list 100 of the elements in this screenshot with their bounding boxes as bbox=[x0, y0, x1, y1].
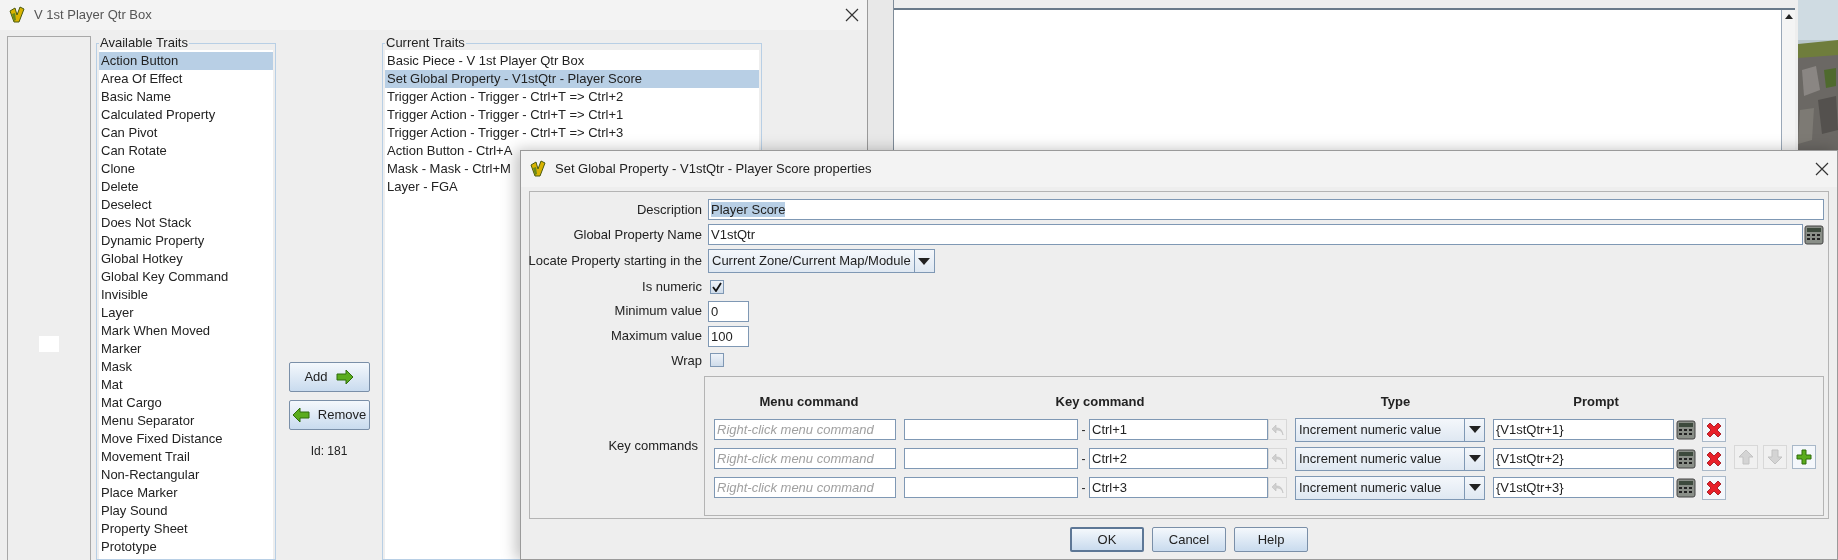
delete-icon bbox=[1705, 449, 1723, 468]
list-item[interactable]: Action Button bbox=[99, 52, 273, 70]
keystroke-field[interactable]: Ctrl+1 bbox=[1089, 419, 1268, 440]
calculator-icon[interactable] bbox=[1676, 419, 1696, 440]
list-item[interactable]: Property Sheet bbox=[99, 520, 273, 538]
close-icon[interactable] bbox=[845, 8, 859, 22]
delete-button[interactable] bbox=[1702, 475, 1726, 500]
app-logo-icon bbox=[529, 160, 547, 178]
key-field[interactable] bbox=[904, 477, 1078, 498]
dropdown[interactable]: Current Zone/Current Map/Module bbox=[708, 249, 935, 273]
column-header: Type bbox=[1380, 393, 1411, 411]
text-field[interactable]: Player Score bbox=[708, 199, 1824, 220]
add-button[interactable] bbox=[1792, 445, 1816, 469]
delete-button[interactable] bbox=[1702, 417, 1726, 442]
list-item[interactable]: Delete bbox=[99, 178, 273, 196]
list-item[interactable]: Invisible bbox=[99, 286, 273, 304]
list-item[interactable]: Layer bbox=[99, 304, 273, 322]
list-item[interactable]: Clone bbox=[99, 160, 273, 178]
caret-icon bbox=[1468, 484, 1481, 491]
field-label: Description bbox=[636, 200, 702, 219]
key-field[interactable] bbox=[904, 448, 1078, 469]
caret-icon bbox=[918, 257, 931, 265]
keystroke-field[interactable]: Ctrl+2 bbox=[1089, 448, 1268, 469]
field-label: Maximum value bbox=[610, 327, 702, 346]
list-item[interactable]: Mask bbox=[99, 358, 273, 376]
list-item[interactable]: Does Not Stack bbox=[99, 214, 273, 232]
type-dropdown[interactable]: Increment numeric value bbox=[1295, 417, 1485, 442]
id-label: Id: 181 bbox=[310, 443, 348, 460]
list-item[interactable]: Play Sound bbox=[99, 502, 273, 520]
prompt-field[interactable]: {V1stQtr+1} bbox=[1493, 419, 1674, 440]
text-field[interactable]: 0 bbox=[708, 300, 749, 322]
list-item[interactable]: Movement Trail bbox=[99, 448, 273, 466]
key-field[interactable] bbox=[904, 419, 1078, 440]
scroll-up-icon[interactable] bbox=[1784, 14, 1793, 19]
undo-icon bbox=[1271, 452, 1284, 465]
list-item[interactable]: Trigger Action - Trigger - Ctrl+T => Ctrl+2 bbox=[385, 88, 759, 106]
delete-button[interactable] bbox=[1702, 446, 1726, 471]
separator-text: - bbox=[1080, 450, 1087, 468]
dialog-button[interactable]: OK bbox=[1070, 527, 1144, 552]
list-item[interactable]: Mark When Moved bbox=[99, 322, 273, 340]
undo-icon bbox=[1271, 423, 1284, 436]
left-arrow-icon bbox=[291, 406, 310, 424]
list-item[interactable]: Area Of Effect bbox=[99, 70, 273, 88]
calculator-icon[interactable] bbox=[1804, 224, 1824, 245]
field-label: Is numeric bbox=[642, 278, 702, 296]
list-item[interactable]: Deselect bbox=[99, 196, 273, 214]
list-item[interactable]: Basic Piece - V 1st Player Qtr Box bbox=[385, 52, 759, 70]
keystroke-field[interactable]: Ctrl+3 bbox=[1089, 477, 1268, 498]
group-title: Available Traits bbox=[99, 36, 189, 50]
dialog-title: Set Global Property - V1stQtr - Player Score properties bbox=[555, 160, 872, 179]
dialog-button[interactable]: Help bbox=[1234, 527, 1308, 552]
list-item[interactable]: Can Pivot bbox=[99, 124, 273, 142]
group-title: Current Traits bbox=[385, 36, 466, 50]
caret-icon bbox=[1468, 455, 1481, 462]
list-item[interactable]: Calculated Property bbox=[99, 106, 273, 124]
window-title: V 1st Player Qtr Box bbox=[34, 6, 152, 25]
list-item[interactable]: Can Rotate bbox=[99, 142, 273, 160]
calculator-icon[interactable] bbox=[1676, 448, 1696, 469]
right-arrow-icon bbox=[335, 368, 354, 386]
list-item[interactable]: Mat Cargo bbox=[99, 394, 273, 412]
prompt-field[interactable]: {V1stQtr+2} bbox=[1493, 448, 1674, 469]
list-item[interactable]: Prototype bbox=[99, 538, 273, 556]
list-item[interactable]: Global Hotkey bbox=[99, 250, 273, 268]
list-item[interactable]: Menu Separator bbox=[99, 412, 273, 430]
scrollbar[interactable] bbox=[1781, 10, 1795, 150]
field-label: Minimum value bbox=[614, 302, 702, 321]
column-header: Key command bbox=[1055, 393, 1145, 411]
list-item[interactable]: Move Fixed Distance bbox=[99, 430, 273, 448]
list-item[interactable]: Basic Name bbox=[99, 88, 273, 106]
column-header: Menu command bbox=[759, 393, 859, 411]
dialog-button[interactable]: Cancel bbox=[1152, 527, 1226, 552]
calculator-icon[interactable] bbox=[1676, 477, 1696, 498]
text-field[interactable]: 100 bbox=[708, 325, 749, 347]
close-icon[interactable] bbox=[1815, 162, 1829, 176]
remove-button[interactable]: Remove bbox=[288, 400, 370, 430]
list-item[interactable]: Trigger Action - Trigger - Ctrl+T => Ctrl+3 bbox=[385, 124, 759, 142]
field-label: Wrap bbox=[671, 351, 702, 370]
list-item[interactable]: Marker bbox=[99, 340, 273, 358]
caret-icon bbox=[1468, 426, 1481, 433]
list-item[interactable]: Mat bbox=[99, 376, 273, 394]
prompt-field[interactable]: {V1stQtr+3} bbox=[1493, 477, 1674, 498]
field-label: Global Property Name bbox=[573, 225, 702, 244]
checkmark-icon bbox=[712, 281, 722, 292]
list-item[interactable]: Trigger Action - Trigger - Ctrl+T => Ctrl+1 bbox=[385, 106, 759, 124]
text-field[interactable]: V1stQtr bbox=[708, 224, 1803, 245]
list-item[interactable]: Global Key Command bbox=[99, 268, 273, 286]
checkbox[interactable] bbox=[710, 279, 724, 294]
field-label: Locate Property starting in the bbox=[528, 252, 702, 271]
separator-text: - bbox=[1080, 479, 1087, 497]
checkbox[interactable] bbox=[710, 353, 724, 368]
type-dropdown[interactable]: Increment numeric value bbox=[1295, 446, 1485, 471]
list-item[interactable]: Place Marker bbox=[99, 484, 273, 502]
add-button[interactable]: Add bbox=[288, 362, 370, 392]
list-item[interactable]: Dynamic Property bbox=[99, 232, 273, 250]
field-label: Key commands bbox=[608, 437, 698, 456]
list-item[interactable]: Set Global Property - V1stQtr - Player Score bbox=[385, 70, 759, 88]
type-dropdown[interactable]: Increment numeric value bbox=[1295, 475, 1485, 500]
delete-icon bbox=[1705, 478, 1723, 497]
undo-icon bbox=[1271, 481, 1284, 494]
list-item[interactable]: Non-Rectangular bbox=[99, 466, 273, 484]
